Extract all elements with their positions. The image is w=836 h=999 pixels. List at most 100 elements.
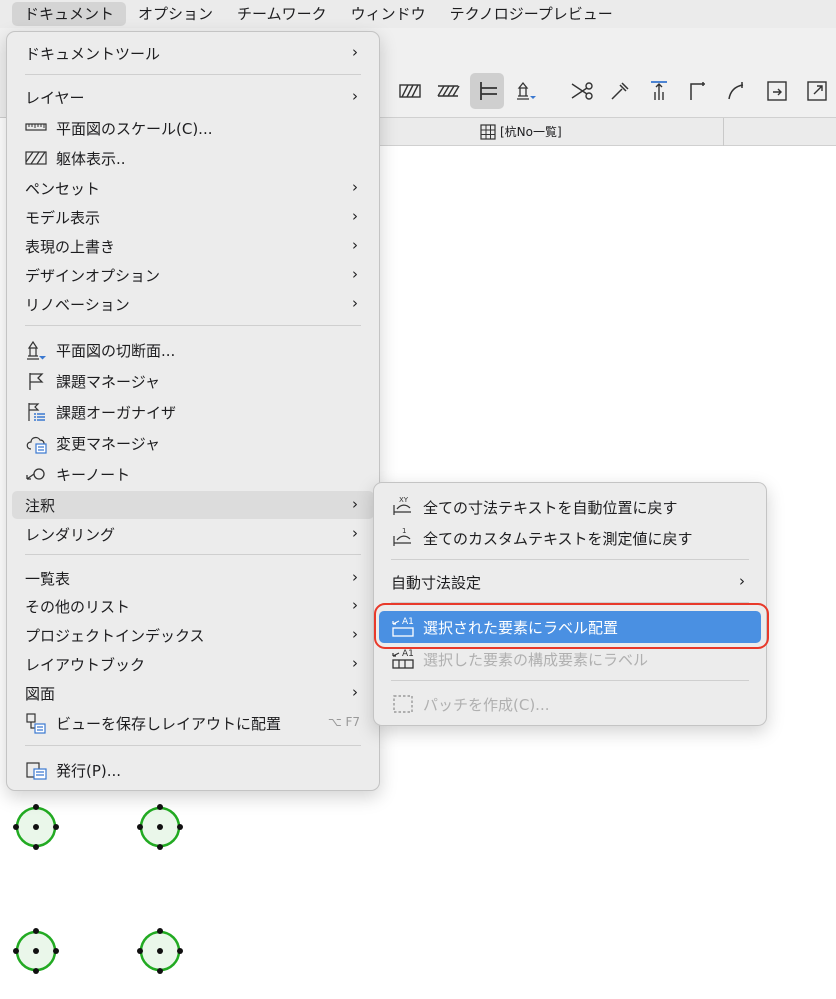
menu-item-layers[interactable]: レイヤー › xyxy=(12,83,374,111)
menu-item-publish[interactable]: 発行(P)... xyxy=(12,756,374,784)
dimension-reset-icon: 1 xyxy=(393,527,411,546)
menubar-options[interactable]: オプション xyxy=(126,2,225,26)
dimension-xy-icon: XY xyxy=(393,496,411,515)
pile-marker[interactable] xyxy=(136,803,184,851)
menu-item-layout-book[interactable]: レイアウトブック › xyxy=(12,650,374,678)
wall-end-icon xyxy=(480,82,497,100)
menu-item-plan-scale[interactable]: 平面図のスケール(C)... xyxy=(12,114,374,142)
scissors-icon xyxy=(571,82,593,100)
corner-icon xyxy=(690,82,705,100)
chevron-right-icon: › xyxy=(352,654,358,672)
section-tool-button[interactable] xyxy=(508,73,542,109)
menubar-document[interactable]: ドキュメント xyxy=(12,2,127,26)
cloud-list-icon xyxy=(26,436,47,454)
menu-item-graphic-overrides[interactable]: 表現の上書き › xyxy=(12,232,374,260)
chevron-right-icon: › xyxy=(352,236,358,254)
chevron-right-icon: › xyxy=(352,43,358,61)
menu-item-label: キーノート xyxy=(56,465,131,484)
menu-item-label: ビューを保存しレイアウトに配置 xyxy=(56,714,282,733)
floor-plan-cut-icon xyxy=(517,81,536,100)
menu-item-rendering[interactable]: レンダリング › xyxy=(12,520,374,548)
submenu-separator xyxy=(391,680,749,681)
issue-organizer-icon xyxy=(28,403,45,421)
pile-marker[interactable] xyxy=(12,803,60,851)
menu-item-document-tools[interactable]: ドキュメントツール › xyxy=(12,39,374,67)
resize-tool-button[interactable] xyxy=(760,73,794,109)
submenu-item-label: 全ての寸法テキストを自動位置に戻す xyxy=(423,498,678,517)
chevron-right-icon: › xyxy=(352,207,358,225)
menu-item-label: モデル表示 xyxy=(25,208,101,227)
menu-item-issue-manager[interactable]: 課題マネージャ xyxy=(12,367,374,395)
menubar-technology-preview[interactable]: テクノロジープレビュー xyxy=(438,2,625,26)
scale-ruler-icon xyxy=(25,123,47,131)
menu-item-save-view-place-layout[interactable]: ビューを保存しレイアウトに配置 ⌥ F7 xyxy=(12,709,374,737)
tab-label: [杭No一覧] xyxy=(500,125,562,139)
fill-hatch-icon xyxy=(399,84,421,98)
menu-item-renovation[interactable]: リノベーション › xyxy=(12,290,374,318)
corner-tool-button[interactable] xyxy=(681,73,715,109)
expand-tool-button[interactable] xyxy=(800,73,834,109)
submenu-item-label: 全てのカスタムテキストを測定値に戻す xyxy=(423,529,693,548)
floor-plan-cut-icon xyxy=(27,340,46,360)
submenu-item-create-patch[interactable]: パッチを作成(C)... xyxy=(379,688,761,720)
highlight-callout-ring xyxy=(374,603,769,649)
chevron-right-icon: › xyxy=(352,294,358,312)
svg-text:A1: A1 xyxy=(402,649,414,659)
svg-text:XY: XY xyxy=(399,496,409,504)
hatch-icon xyxy=(437,85,460,97)
menu-item-label: ドキュメントツール xyxy=(25,44,161,63)
menu-item-label: 課題マネージャ xyxy=(56,372,160,391)
menu-item-label: 発行(P)... xyxy=(56,761,122,780)
menu-item-pen-sets[interactable]: ペンセット › xyxy=(12,174,374,202)
menu-separator xyxy=(25,325,361,326)
pile-marker[interactable] xyxy=(136,927,184,975)
menu-item-schedules[interactable]: 一覧表 › xyxy=(12,564,374,592)
menu-item-structure-display[interactable]: 躯体表示.. xyxy=(12,144,374,172)
svg-text:1: 1 xyxy=(402,527,406,535)
menu-item-change-manager[interactable]: 変更マネージャ xyxy=(12,429,374,457)
menu-item-floor-plan-cut[interactable]: 平面図の切断面... xyxy=(12,336,374,364)
shortcut-label: ⌥ F7 xyxy=(327,715,360,729)
arc-tool-button[interactable] xyxy=(720,73,754,109)
tab-pile-list[interactable]: [杭No一覧] xyxy=(480,123,562,140)
menu-item-label: プロジェクトインデックス xyxy=(25,626,205,645)
fill-tool-button[interactable] xyxy=(393,73,427,109)
menubar-teamwork[interactable]: チームワーク xyxy=(225,2,339,26)
menu-item-model-view[interactable]: モデル表示 › xyxy=(12,203,374,231)
menu-item-keynote[interactable]: キーノート xyxy=(12,460,374,488)
menu-item-label: 表現の上書き xyxy=(25,237,116,256)
menu-item-label: 注釈 xyxy=(25,496,56,515)
menu-item-label: 図面 xyxy=(25,684,56,703)
menu-item-issue-organizer[interactable]: 課題オーガナイザ xyxy=(12,398,374,426)
submenu-item-label: パッチを作成(C)... xyxy=(423,695,550,714)
menu-item-drawings[interactable]: 図面 › xyxy=(12,679,374,707)
chevron-right-icon: › xyxy=(352,265,358,283)
submenu-item-reset-custom-text[interactable]: 1 全てのカスタムテキストを測定値に戻す xyxy=(379,522,761,554)
elevation-icon xyxy=(651,81,667,100)
elevation-tool-button[interactable] xyxy=(642,73,676,109)
menu-item-other-lists[interactable]: その他のリスト › xyxy=(12,592,374,620)
wall-end-tool-button[interactable] xyxy=(470,73,504,109)
menu-item-label: レンダリング xyxy=(25,525,116,544)
magic-wand-tool-button[interactable] xyxy=(603,73,637,109)
hatch-tool-button[interactable] xyxy=(431,73,465,109)
submenu-item-auto-dimension-settings[interactable]: 自動寸法設定 › xyxy=(379,566,761,598)
menu-item-design-options[interactable]: デザインオプション › xyxy=(12,261,374,289)
menu-item-project-indexes[interactable]: プロジェクトインデックス › xyxy=(12,621,374,649)
menu-item-label: リノベーション xyxy=(25,295,130,314)
expand-icon xyxy=(807,81,827,101)
menu-bar: ドキュメント オプション チームワーク ウィンドウ テクノロジープレビュー xyxy=(0,0,836,28)
submenu-item-label: 選択した要素の構成要素にラベル xyxy=(423,650,649,669)
menu-item-label: レイヤー xyxy=(25,88,85,107)
pile-marker[interactable] xyxy=(12,927,60,975)
arc-icon xyxy=(728,82,744,100)
menu-item-label: 平面図のスケール(C)... xyxy=(56,119,213,138)
menu-item-label: ペンセット xyxy=(25,179,101,198)
patch-icon xyxy=(393,695,413,713)
publish-icon xyxy=(26,762,47,780)
submenu-item-reset-dimension-text-position[interactable]: XY 全ての寸法テキストを自動位置に戻す xyxy=(379,491,761,523)
menubar-window[interactable]: ウィンドウ xyxy=(339,2,438,26)
menu-item-label: 平面図の切断面... xyxy=(56,341,176,360)
menu-item-annotation[interactable]: 注釈 › xyxy=(12,491,374,519)
scissors-tool-button[interactable] xyxy=(565,73,599,109)
